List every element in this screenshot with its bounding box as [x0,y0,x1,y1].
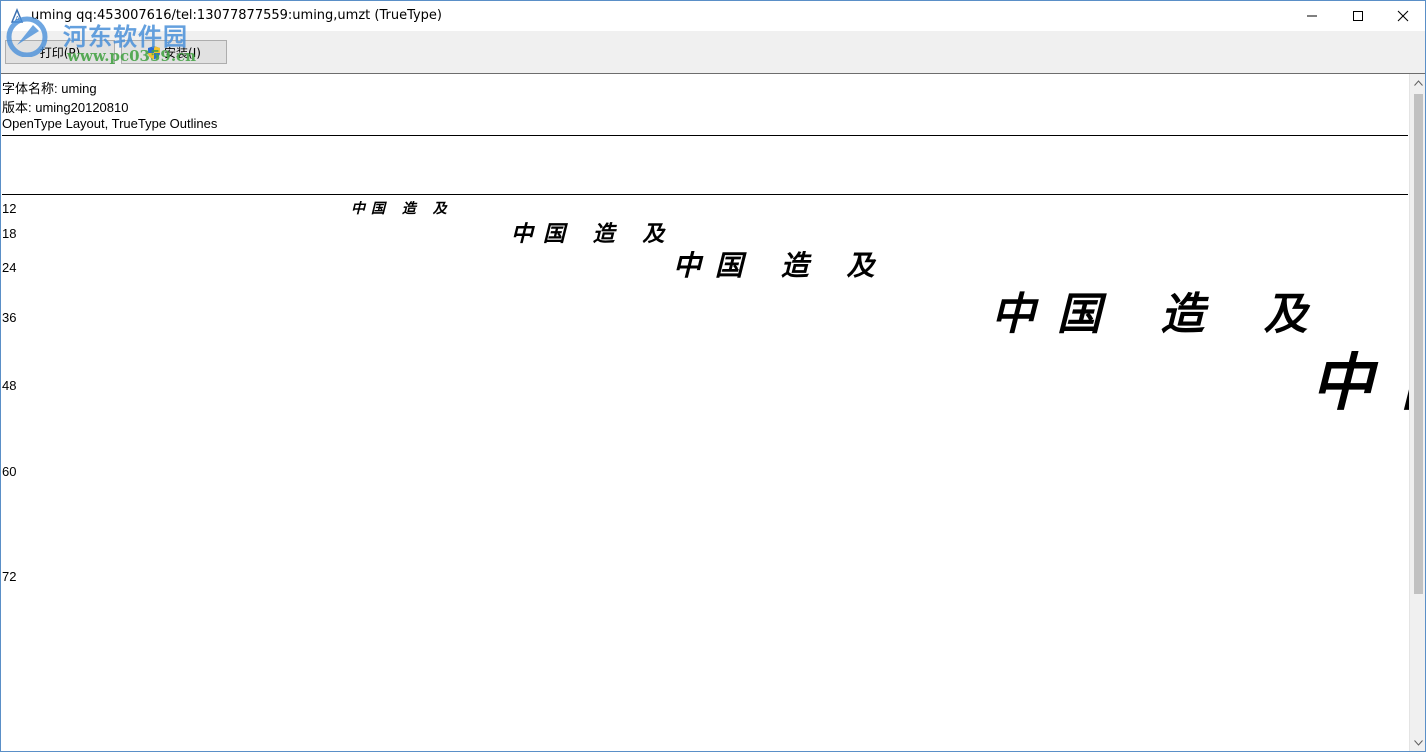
install-button[interactable]: 安装(I) [121,40,227,64]
window-title: uming qq:453007616/tel:13077877559:uming… [31,8,442,23]
chevron-up-icon [1414,79,1423,86]
font-viewer-window: A uming qq:453007616/tel:13077877559:umi… [0,0,1426,752]
print-button-label: 打印(P) [39,45,81,60]
vertical-scrollbar[interactable] [1409,74,1425,751]
font-app-icon: A [10,8,24,23]
size-label-72: 72 [2,569,17,584]
sample-text-12: 中国 造 及 [351,201,453,217]
scroll-down-button[interactable] [1410,734,1425,751]
size-label-24: 24 [2,260,17,275]
close-button[interactable] [1380,1,1425,31]
minimize-button[interactable] [1289,1,1335,31]
maximize-button[interactable] [1335,1,1381,31]
close-icon [1397,10,1409,22]
sample-text-18: 中国 造 及 [511,221,675,247]
size-label-12: 12 [2,201,17,216]
print-button[interactable]: 打印(P) [5,40,115,64]
sample-text-36: 中国 造 及 [991,289,1330,340]
size-label-48: 48 [2,378,17,393]
size-label-18: 18 [2,226,17,241]
divider-top [2,135,1408,136]
chevron-down-icon [1414,739,1423,746]
toolbar: 打印(P) 安装(I) [1,31,1425,74]
minimize-icon [1307,15,1317,17]
font-version-line: 版本: uming20120810 [2,100,129,115]
svg-text:A: A [15,15,20,23]
sample-text-48: 中国 造 及 [1311,346,1409,419]
install-button-label: 安装(I) [164,45,201,60]
maximize-icon [1353,11,1363,21]
shield-icon [148,45,161,59]
size-label-36: 36 [2,310,17,325]
scroll-up-button[interactable] [1410,74,1425,91]
font-preview-area: 字体名称: uming 版本: uming20120810 OpenType L… [1,74,1409,751]
font-type-line: OpenType Layout, TrueType Outlines [2,116,218,131]
scrollbar-thumb[interactable] [1414,94,1423,594]
size-label-60: 60 [2,464,17,479]
title-bar[interactable]: A uming qq:453007616/tel:13077877559:umi… [1,1,1425,31]
divider-bottom [2,194,1408,195]
font-name-line: 字体名称: uming [2,81,97,96]
sample-text-24: 中国 造 及 [673,249,889,282]
